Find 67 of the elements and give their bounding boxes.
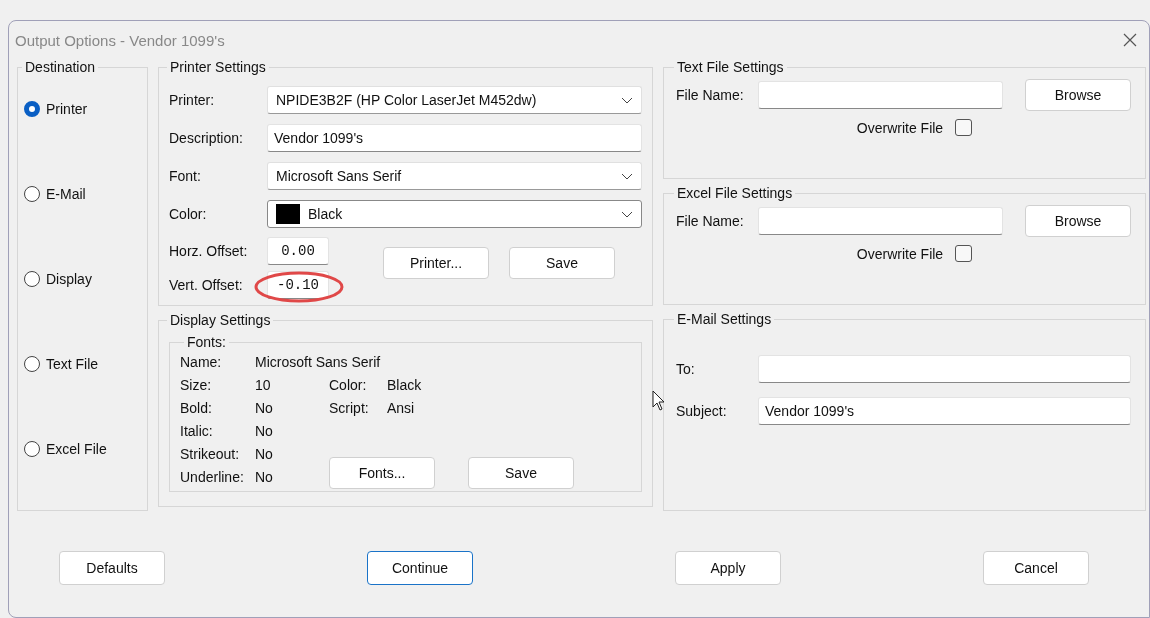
- field-label: Horz. Offset:: [169, 243, 249, 259]
- property-label: Strikeout:: [180, 445, 240, 462]
- browse-button[interactable]: Browse: [1025, 205, 1131, 237]
- field-label: File Name:: [676, 213, 745, 229]
- radio-option[interactable]: Excel File: [24, 427, 147, 512]
- checkbox[interactable]: [955, 119, 973, 136]
- field-label: Vert. Offset:: [169, 277, 244, 293]
- push-button[interactable]: Continue: [367, 551, 473, 585]
- chevron-icon: [621, 96, 633, 104]
- input-field[interactable]: [758, 355, 1131, 383]
- checkbox-label: Overwrite File: [856, 119, 944, 136]
- dropdown[interactable]: Microsoft Sans Serif: [267, 162, 642, 190]
- push-button[interactable]: Fonts...: [329, 457, 435, 489]
- push-button[interactable]: Apply: [675, 551, 781, 585]
- input-field[interactable]: [758, 207, 1003, 235]
- push-button[interactable]: Save: [468, 457, 574, 489]
- property-label: Underline:: [180, 468, 244, 485]
- group-title: Destination: [24, 59, 97, 75]
- property-label: Color:: [329, 376, 367, 393]
- field-label: Description:: [169, 130, 244, 146]
- property-value: Ansi: [387, 399, 415, 416]
- checkbox[interactable]: [955, 245, 973, 262]
- property-value: No: [255, 468, 273, 485]
- property-value: Black: [387, 376, 422, 393]
- property-label: Italic:: [180, 422, 213, 439]
- radio-option[interactable]: Display: [24, 257, 147, 342]
- window-title: Output Options - Vendor 1099's: [15, 31, 225, 49]
- radio-option[interactable]: E-Mail: [24, 172, 147, 257]
- group-title: Text File Settings: [676, 59, 785, 75]
- radio-option[interactable]: Text File: [24, 342, 147, 427]
- field-label: Subject:: [676, 403, 728, 419]
- property-value: 10: [255, 376, 271, 393]
- field-label: Color:: [169, 206, 208, 222]
- property-label: Name:: [180, 353, 222, 370]
- cursor-icon: [652, 390, 666, 412]
- color-dropdown[interactable]: Black: [267, 200, 642, 228]
- group-title: Fonts:: [186, 334, 227, 350]
- dropdown[interactable]: NPIDE3B2F (HP Color LaserJet M452dw): [267, 86, 642, 114]
- field-label: File Name:: [676, 87, 745, 103]
- group-title: Display Settings: [169, 312, 272, 328]
- field-label: Font:: [169, 168, 202, 184]
- property-label: Bold:: [180, 399, 212, 416]
- property-label: Size:: [180, 376, 212, 393]
- push-button[interactable]: Defaults: [59, 551, 165, 585]
- chevron-icon: [621, 210, 633, 218]
- property-value: No: [255, 422, 273, 439]
- checkbox-label: Overwrite File: [856, 245, 944, 262]
- push-button[interactable]: Cancel: [983, 551, 1089, 585]
- radio-option[interactable]: Printer: [24, 87, 147, 172]
- property-value: Microsoft Sans Serif: [255, 353, 381, 370]
- field-label: Printer:: [169, 92, 216, 108]
- field-label: To:: [676, 361, 696, 377]
- close-icon[interactable]: [1123, 33, 1137, 47]
- property-value: No: [255, 399, 273, 416]
- input-field[interactable]: [758, 81, 1003, 109]
- input-field[interactable]: 0.00: [267, 237, 329, 265]
- input-field[interactable]: Vendor 1099's: [267, 124, 642, 152]
- chevron-icon: [621, 172, 633, 180]
- property-label: Script:: [329, 399, 369, 416]
- input-field[interactable]: Vendor 1099's: [758, 397, 1131, 425]
- push-button[interactable]: Printer...: [383, 247, 489, 279]
- group-title: E-Mail Settings: [676, 311, 773, 327]
- group-title: Excel File Settings: [676, 185, 794, 201]
- group-title: Printer Settings: [169, 59, 267, 75]
- browse-button[interactable]: Browse: [1025, 79, 1131, 111]
- property-value: No: [255, 445, 273, 462]
- push-button[interactable]: Save: [509, 247, 615, 279]
